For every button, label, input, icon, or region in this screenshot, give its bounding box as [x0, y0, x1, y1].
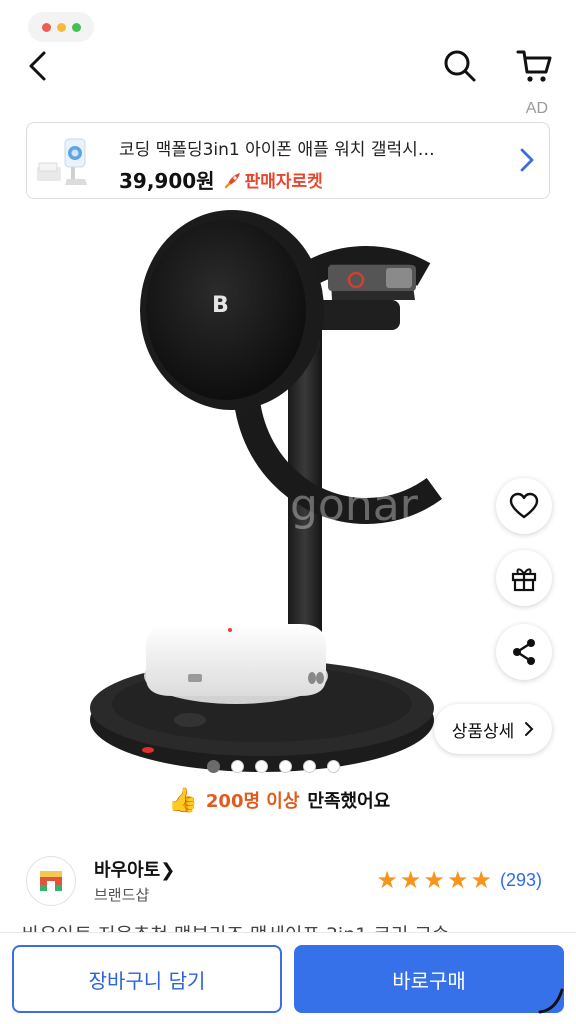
search-button[interactable] — [440, 46, 480, 86]
carousel-indicator — [207, 760, 340, 773]
product-image[interactable]: B gonar — [0, 200, 576, 780]
product-detail-button[interactable]: 상품상세 — [434, 704, 552, 754]
minimize-dot[interactable] — [56, 22, 66, 32]
buy-now-button[interactable]: 바로구매 — [294, 945, 564, 1013]
bottom-action-bar: 장바구니 담기 바로구매 — [0, 932, 576, 1024]
store-icon — [40, 871, 62, 891]
watermark: gonar — [290, 480, 419, 531]
carousel-dot[interactable] — [303, 760, 316, 773]
chevron-right-icon — [520, 148, 534, 172]
star-icon: ★ — [399, 866, 422, 894]
brand-row: 바우아토❯ 브랜드샵 ★ ★ ★ ★ ★ (293) — [26, 856, 550, 908]
top-bar — [0, 40, 576, 96]
satisfaction-count: 200명 이상 — [205, 791, 300, 812]
cart-icon — [516, 50, 552, 82]
satisfaction-line: 👍 200명 이상 만족했어요 — [168, 786, 390, 814]
back-button[interactable] — [20, 46, 56, 86]
add-to-cart-button[interactable]: 장바구니 담기 — [12, 945, 282, 1013]
brand-logo[interactable] — [26, 856, 76, 906]
carousel-dot[interactable] — [231, 760, 244, 773]
ad-label: AD — [525, 100, 548, 117]
carousel-dot[interactable] — [255, 760, 268, 773]
ad-banner[interactable]: 코딩 맥폴딩3in1 아이폰 애플 워치 갤럭시… 39,900원 판매자로켓 — [26, 122, 550, 199]
share-button[interactable] — [496, 624, 552, 680]
star-icon: ★ — [470, 866, 492, 894]
detail-label: 상품상세 — [451, 721, 515, 742]
window-controls — [28, 12, 94, 42]
svg-text:B: B — [212, 293, 229, 318]
wishlist-button[interactable] — [496, 478, 552, 534]
gift-button[interactable] — [496, 550, 552, 606]
chevron-right-icon: ❯ — [160, 860, 176, 881]
cart-button[interactable] — [512, 46, 556, 86]
share-icon — [513, 639, 535, 665]
ad-price: 39,900원 — [119, 169, 215, 193]
rocket-label: 판매자로켓 — [244, 172, 323, 192]
resize-corner-icon — [538, 988, 564, 1014]
ad-thumbnail — [35, 133, 93, 191]
brand-name[interactable]: 바우아토❯ — [94, 856, 175, 882]
carousel-dot[interactable] — [207, 760, 220, 773]
ad-price-row: 39,900원 판매자로켓 — [119, 165, 323, 194]
star-icon: ★ — [423, 866, 445, 894]
maximize-dot[interactable] — [71, 22, 81, 32]
ad-open-button[interactable] — [519, 147, 535, 177]
carousel-dot[interactable] — [279, 760, 292, 773]
thumbs-up-icon: 👍 — [168, 786, 198, 814]
ad-title[interactable]: 코딩 맥폴딩3in1 아이폰 애플 워치 갤럭시… — [119, 135, 499, 160]
search-icon — [444, 50, 476, 82]
rocket-icon — [224, 172, 240, 188]
heart-icon — [509, 492, 539, 519]
star-icon: ★ — [376, 866, 398, 894]
satisfaction-text: 만족했어요 — [307, 791, 391, 812]
gift-icon — [511, 568, 537, 592]
seller-rocket-badge: 판매자로켓 — [223, 167, 323, 192]
rating[interactable]: ★ ★ ★ ★ ★ (293) — [376, 868, 542, 892]
chevron-left-icon — [29, 51, 46, 81]
brand-type: 브랜드샵 — [94, 886, 150, 904]
star-icon: ★ — [446, 866, 469, 894]
carousel-dot[interactable] — [327, 760, 340, 773]
chevron-right-icon — [525, 722, 534, 736]
review-count[interactable]: (293) — [500, 870, 542, 891]
close-dot[interactable] — [41, 22, 51, 32]
